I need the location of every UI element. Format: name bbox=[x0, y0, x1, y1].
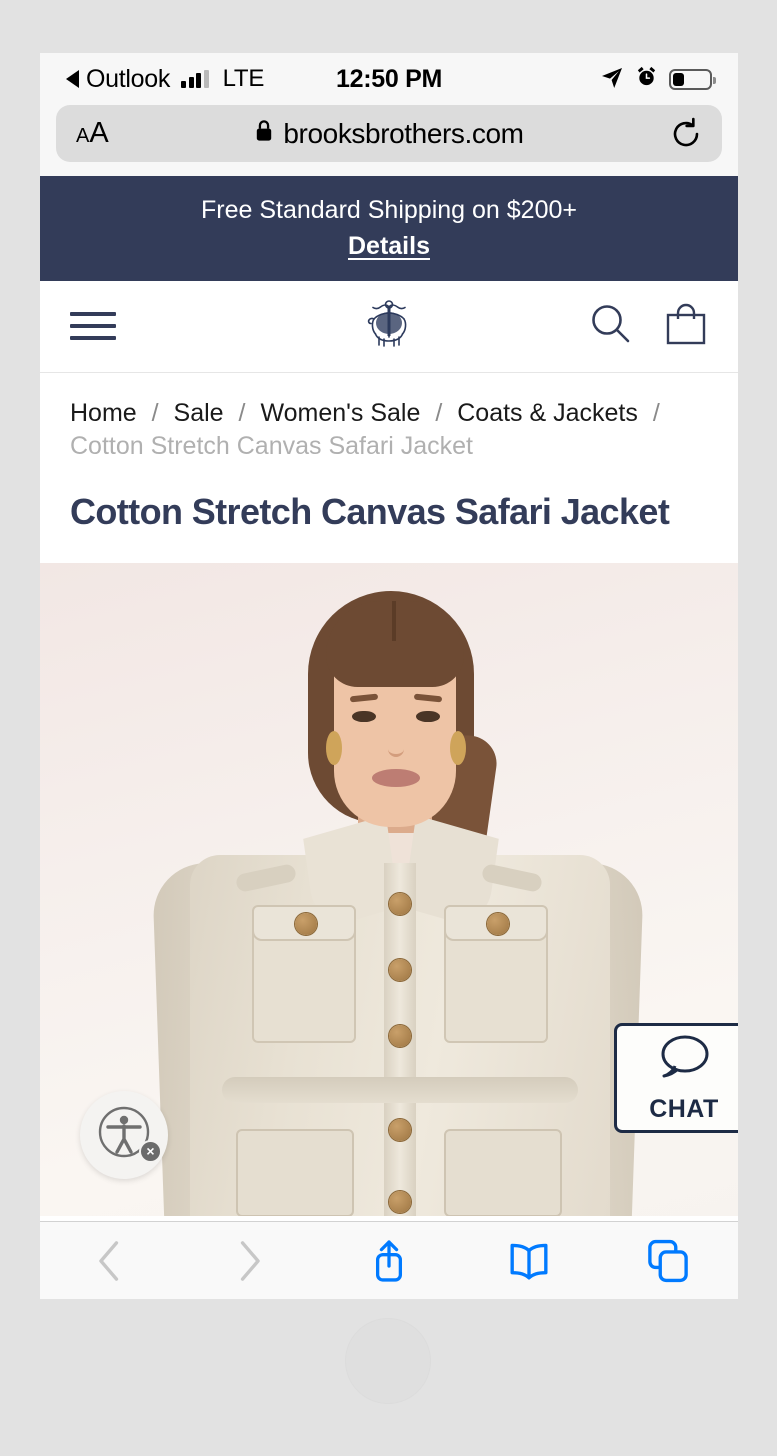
promo-message: Free Standard Shipping on $200+ bbox=[201, 196, 577, 224]
breadcrumb-item-current: Cotton Stretch Canvas Safari Jacket bbox=[70, 431, 473, 460]
search-icon[interactable] bbox=[588, 301, 634, 352]
breadcrumb-item-womens-sale[interactable]: Women's Sale bbox=[260, 399, 420, 427]
location-arrow-icon bbox=[600, 65, 624, 94]
tabs-button[interactable] bbox=[598, 1239, 738, 1283]
shopping-bag-icon[interactable] bbox=[664, 301, 708, 352]
jacket-drawstring-waist bbox=[222, 1076, 578, 1103]
carrier-label: LTE bbox=[222, 65, 265, 92]
jacket-lower-pocket-left bbox=[236, 1128, 354, 1216]
model-lips bbox=[372, 768, 420, 787]
promo-details-link[interactable]: Details bbox=[348, 232, 430, 261]
jacket-button bbox=[389, 1190, 411, 1213]
forward-button[interactable] bbox=[180, 1239, 320, 1283]
model-earring bbox=[450, 730, 466, 765]
accessibility-widget-button[interactable]: × bbox=[80, 1090, 168, 1179]
model-nose bbox=[388, 731, 404, 757]
cellular-bars-icon bbox=[181, 70, 209, 88]
triangle-left-icon[interactable] bbox=[66, 70, 79, 88]
breadcrumb-separator: / bbox=[435, 398, 443, 427]
alarm-clock-icon bbox=[635, 65, 658, 93]
phone-screen: Outlook LTE 12:50 PM A A brooksbrothers.… bbox=[40, 53, 738, 1299]
text-size-button[interactable]: AA bbox=[76, 117, 109, 150]
reload-icon[interactable] bbox=[670, 117, 702, 151]
site-header bbox=[40, 280, 738, 373]
url-bar[interactable]: AA brooksbrothers.com bbox=[56, 105, 722, 162]
model-eye bbox=[416, 710, 440, 722]
page-content: Home / Sale / Women's Sale / Coats & Jac… bbox=[40, 372, 738, 1216]
ios-status-bar: Outlook LTE 12:50 PM bbox=[40, 53, 738, 105]
hamburger-menu-icon[interactable] bbox=[70, 312, 116, 341]
product-image[interactable]: × CHAT bbox=[40, 562, 738, 1216]
jacket-button bbox=[389, 1024, 411, 1047]
breadcrumb-separator: / bbox=[151, 398, 159, 427]
header-actions bbox=[588, 301, 708, 352]
lock-icon bbox=[254, 119, 274, 148]
bookmarks-button[interactable] bbox=[459, 1241, 599, 1281]
back-button[interactable] bbox=[40, 1239, 180, 1283]
model-hair-part bbox=[392, 600, 396, 641]
promo-banner: Free Standard Shipping on $200+ Details bbox=[40, 176, 738, 281]
jacket-chest-pocket-right bbox=[444, 904, 548, 1043]
chat-button[interactable]: CHAT bbox=[614, 1022, 738, 1133]
home-button[interactable] bbox=[345, 1318, 431, 1404]
url-display: brooksbrothers.com bbox=[56, 118, 722, 150]
jacket-button bbox=[389, 892, 411, 915]
breadcrumb-separator: / bbox=[652, 398, 660, 427]
safari-bottom-toolbar bbox=[40, 1221, 738, 1299]
chat-label: CHAT bbox=[649, 1094, 719, 1123]
battery-icon bbox=[669, 68, 716, 90]
close-x-icon[interactable]: × bbox=[139, 1139, 162, 1163]
phone-device-frame: Outlook LTE 12:50 PM A A brooksbrothers.… bbox=[0, 0, 777, 1456]
url-text: brooksbrothers.com bbox=[283, 117, 524, 149]
jacket-button bbox=[389, 1118, 411, 1141]
jacket-button bbox=[389, 958, 411, 981]
jacket-lower-pocket-right bbox=[444, 1128, 562, 1216]
breadcrumb-item-coats-jackets[interactable]: Coats & Jackets bbox=[457, 399, 638, 427]
back-to-app-label[interactable]: Outlook bbox=[86, 65, 170, 94]
model-eye bbox=[352, 710, 376, 722]
chat-bubble-icon bbox=[655, 1032, 713, 1089]
status-bar-right bbox=[600, 65, 716, 94]
jacket-chest-pocket-left bbox=[252, 904, 356, 1043]
breadcrumb-separator: / bbox=[238, 398, 246, 427]
breadcrumb-item-home[interactable]: Home bbox=[70, 399, 137, 427]
status-bar-left: Outlook LTE bbox=[66, 65, 264, 94]
breadcrumb: Home / Sale / Women's Sale / Coats & Jac… bbox=[40, 373, 738, 463]
safari-url-bar-container: AA brooksbrothers.com bbox=[40, 105, 738, 176]
share-button[interactable] bbox=[319, 1237, 459, 1285]
page-title: Cotton Stretch Canvas Safari Jacket bbox=[70, 490, 670, 532]
model-earring bbox=[326, 730, 342, 765]
breadcrumb-item-sale[interactable]: Sale bbox=[174, 399, 224, 427]
